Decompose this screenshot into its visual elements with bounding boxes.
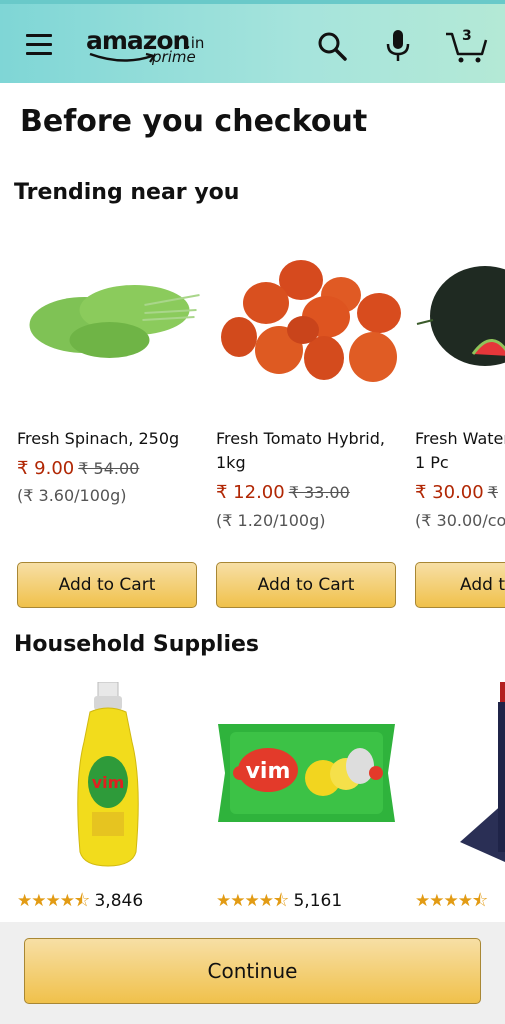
price-row: ₹ 30.00 ₹ bbox=[415, 482, 498, 503]
review-count: 5,161 bbox=[293, 891, 343, 911]
star-rating-icon: ★★★★⯪ bbox=[17, 891, 90, 911]
svg-text:vim: vim bbox=[92, 773, 125, 792]
logo-prime: prime bbox=[152, 48, 196, 66]
svg-text:vim: vim bbox=[246, 759, 291, 784]
product-image[interactable] bbox=[460, 682, 505, 868]
unit-price: (₹ 30.00/count) bbox=[415, 511, 505, 530]
unit-price: (₹ 1.20/100g) bbox=[216, 511, 326, 530]
tomato-image bbox=[221, 260, 401, 382]
household-section-title: Household Supplies bbox=[14, 632, 260, 657]
price-row: ₹ 9.00 ₹ 54.00 bbox=[17, 458, 139, 479]
product-mrp: ₹ 33.00 bbox=[288, 483, 350, 502]
page-title: Before you checkout bbox=[20, 104, 368, 139]
vim-liquid-bottle-image[interactable]: vim bbox=[72, 682, 144, 868]
star-rating-icon: ★★★★⯪ bbox=[216, 891, 289, 911]
rating-row[interactable]: ★★★★⯪ 3,846 bbox=[17, 888, 143, 917]
continue-button[interactable]: Continue bbox=[24, 938, 481, 1004]
price-row: ₹ 12.00 ₹ 33.00 bbox=[216, 482, 350, 503]
product-card-watermelon[interactable]: Fresh Watermelon Kiran, 1 Pc ₹ 30.00₹ (₹… bbox=[415, 250, 505, 540]
star-rating-icon: ★★★★⯪ bbox=[415, 891, 488, 911]
search-icon[interactable] bbox=[312, 26, 352, 66]
product-name[interactable]: Fresh Watermelon Kiran, 1 Pc bbox=[415, 427, 505, 475]
rating-row[interactable]: ★★★★⯪ 5,161 bbox=[216, 888, 342, 917]
product-name[interactable]: Fresh Tomato Hybrid, 1kg bbox=[216, 427, 401, 475]
add-to-cart-button[interactable]: Add to Cart bbox=[216, 562, 396, 608]
top-app-bar: amazon .in prime 3 bbox=[0, 0, 505, 83]
product-price: ₹ 12.00 bbox=[216, 482, 285, 503]
watermelon-image bbox=[416, 266, 505, 366]
product-price: ₹ 30.00 bbox=[415, 482, 484, 503]
add-to-cart-button[interactable]: Add to Cart bbox=[415, 562, 505, 608]
product-price: ₹ 9.00 bbox=[17, 458, 75, 479]
menu-icon[interactable] bbox=[26, 34, 52, 56]
amazon-prime-logo[interactable]: amazon .in prime bbox=[86, 26, 216, 70]
vim-bar-image[interactable]: vim bbox=[218, 718, 395, 828]
product-name[interactable]: Fresh Spinach, 250g bbox=[17, 427, 202, 451]
trending-section-title: Trending near you bbox=[14, 180, 240, 205]
logo-smile-icon bbox=[89, 52, 156, 63]
product-mrp: ₹ 54.00 bbox=[78, 459, 140, 478]
product-mrp: ₹ bbox=[487, 483, 498, 502]
add-to-cart-button[interactable]: Add to Cart bbox=[17, 562, 197, 608]
cart-count-badge: 3 bbox=[462, 28, 472, 44]
microphone-icon[interactable] bbox=[378, 26, 418, 66]
rating-row[interactable]: ★★★★⯪ bbox=[415, 888, 488, 917]
spinach-image bbox=[29, 285, 200, 358]
unit-price: (₹ 3.60/100g) bbox=[17, 486, 127, 505]
review-count: 3,846 bbox=[94, 891, 144, 911]
